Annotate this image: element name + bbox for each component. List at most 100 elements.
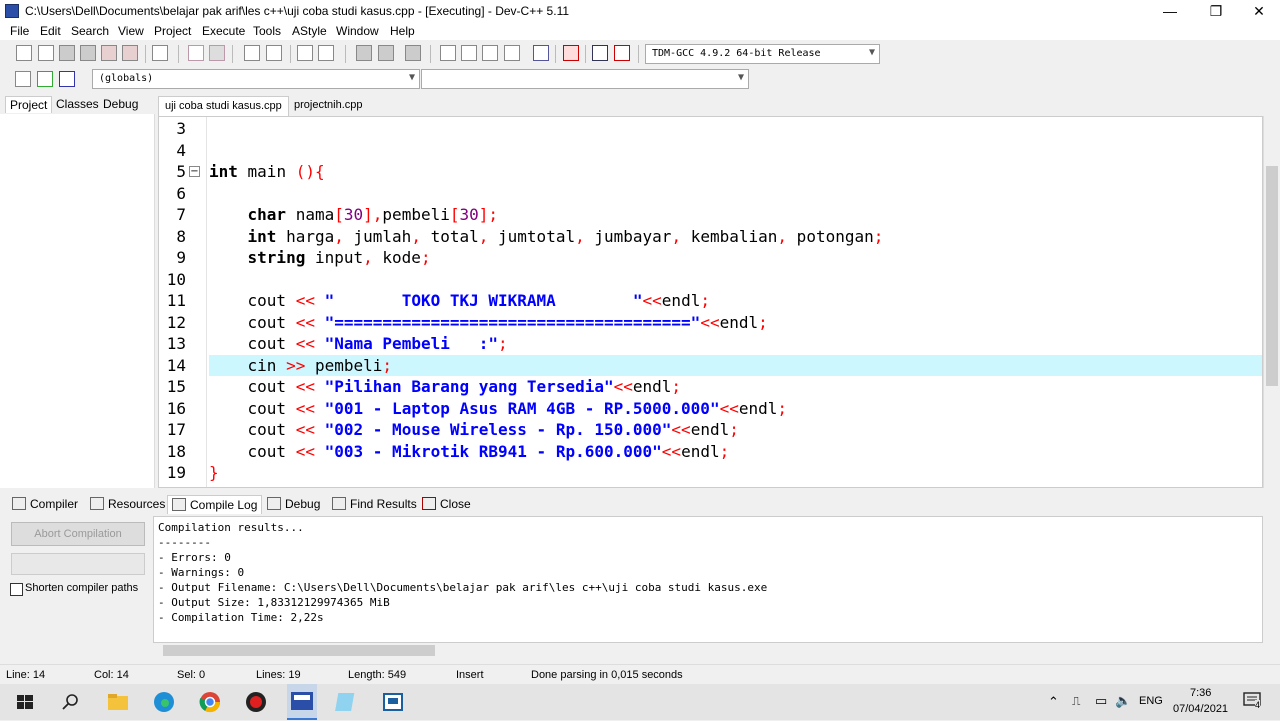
tab-compiler[interactable]: Compiler xyxy=(8,495,82,513)
code-line[interactable]: 19} xyxy=(159,462,1262,484)
menu-help[interactable]: Help xyxy=(390,24,415,38)
log-horizontal-scrollbar[interactable] xyxy=(153,643,1263,658)
file-explorer-icon[interactable] xyxy=(105,689,131,715)
save-icon[interactable] xyxy=(59,45,75,61)
app-window-icon[interactable] xyxy=(380,689,406,715)
tab-resources[interactable]: Resources xyxy=(86,495,169,513)
clock-date[interactable]: 07/04/2021 xyxy=(1173,703,1228,715)
tab-find-results-label: Find Results xyxy=(350,497,417,511)
save-all-icon[interactable] xyxy=(80,45,96,61)
replace-icon[interactable] xyxy=(266,45,282,61)
goto-declaration-icon[interactable] xyxy=(37,71,53,87)
tab-debug-bottom[interactable]: Debug xyxy=(263,495,324,513)
code-line[interactable]: 15 cout << "Pilihan Barang yang Tersedia… xyxy=(159,376,1262,398)
tray-chevron-up-icon[interactable]: ⌃ xyxy=(1048,694,1059,710)
tab-close[interactable]: Close xyxy=(418,495,475,513)
volume-icon[interactable]: 🔈 xyxy=(1115,693,1131,709)
fold-toggle-icon[interactable]: − xyxy=(189,166,200,177)
goto-definition-icon[interactable] xyxy=(59,71,75,87)
project-options-icon[interactable] xyxy=(461,45,477,61)
main-toolbar: TDM-GCC 4.9.2 64-bit Release ▼ xyxy=(0,41,1280,67)
abort-compilation-button[interactable]: Abort Compilation xyxy=(11,522,145,546)
compiler-select[interactable]: TDM-GCC 4.9.2 64-bit Release ▼ xyxy=(645,44,880,64)
devcpp-taskbar-icon[interactable] xyxy=(287,684,317,720)
log-vertical-scrollbar[interactable] xyxy=(1263,516,1280,643)
scrollbar-thumb[interactable] xyxy=(163,645,435,656)
insert-icon[interactable] xyxy=(15,71,31,87)
code-line[interactable]: 6 xyxy=(159,183,1262,205)
screen-recorder-icon[interactable] xyxy=(243,689,269,715)
tab-classes[interactable]: Classes xyxy=(52,96,103,112)
delete-profile-icon[interactable] xyxy=(614,45,630,61)
code-line[interactable]: 5− int main (){ xyxy=(159,161,1262,183)
comment-icon[interactable] xyxy=(405,45,421,61)
network-icon[interactable]: ⎍ xyxy=(1072,694,1080,709)
menu-execute[interactable]: Execute xyxy=(202,24,245,38)
close-button[interactable]: ✕ xyxy=(1237,0,1280,22)
clock-time[interactable]: 7:36 xyxy=(1190,687,1211,699)
restore-button[interactable]: ❐ xyxy=(1194,0,1238,22)
indent-icon[interactable] xyxy=(378,45,394,61)
code-line[interactable]: 14 cin >> pembeli; xyxy=(159,354,1262,376)
code-line[interactable]: 10 xyxy=(159,269,1262,291)
scope-select[interactable]: (globals) ▼ xyxy=(92,69,420,89)
code-line[interactable]: 11 cout << " TOKO TKJ WIKRAMA "<<endl; xyxy=(159,290,1262,312)
tile-icon[interactable] xyxy=(504,45,520,61)
open-file-icon[interactable] xyxy=(38,45,54,61)
compile-log[interactable]: Compilation results... -------- - Errors… xyxy=(153,516,1263,643)
code-line[interactable]: 16 cout << "001 - Laptop Asus RAM 4GB - … xyxy=(159,398,1262,420)
code-line[interactable]: 4 xyxy=(159,140,1262,162)
check-syntax-icon[interactable] xyxy=(533,45,549,61)
goto-line-icon[interactable] xyxy=(297,45,313,61)
menu-file[interactable]: File xyxy=(10,24,29,38)
chrome-browser-icon[interactable] xyxy=(197,689,223,715)
editor-vertical-scrollbar[interactable] xyxy=(1263,116,1280,488)
close-all-icon[interactable] xyxy=(122,45,138,61)
search-icon[interactable] xyxy=(58,689,84,715)
close-file-icon[interactable] xyxy=(101,45,117,61)
menu-project[interactable]: Project xyxy=(154,24,191,38)
menu-edit[interactable]: Edit xyxy=(40,24,61,38)
code-line[interactable]: 7 char nama[30],pembeli[30]; xyxy=(159,204,1262,226)
code-line[interactable]: 18 cout << "003 - Mikrotik RB941 - Rp.60… xyxy=(159,441,1262,463)
notification-icon[interactable]: 4 xyxy=(1243,692,1263,710)
scrollbar-thumb[interactable] xyxy=(1266,166,1278,386)
toggle-bookmark-icon[interactable] xyxy=(318,45,334,61)
menu-view[interactable]: View xyxy=(118,24,144,38)
menu-astyle[interactable]: AStyle xyxy=(292,24,327,38)
tab-debug[interactable]: Debug xyxy=(99,96,142,112)
print-icon[interactable] xyxy=(152,45,168,61)
battery-icon[interactable]: ▭ xyxy=(1095,693,1107,709)
minimize-button[interactable]: — xyxy=(1148,0,1192,22)
class-browser-icon[interactable] xyxy=(482,45,498,61)
unindent-icon[interactable] xyxy=(356,45,372,61)
tab-project[interactable]: Project xyxy=(5,96,53,113)
tab-uji-coba-studi-kasus[interactable]: uji coba studi kasus.cpp xyxy=(158,96,289,116)
edge-browser-icon[interactable] xyxy=(151,689,177,715)
language-indicator[interactable]: ENG xyxy=(1139,695,1163,707)
undo-icon[interactable] xyxy=(188,45,204,61)
tab-compile-log[interactable]: Compile Log xyxy=(167,495,263,514)
tab-projectnih[interactable]: projectnih.cpp xyxy=(288,96,369,116)
menu-tools[interactable]: Tools xyxy=(253,24,281,38)
redo-icon[interactable] xyxy=(209,45,225,61)
code-line[interactable]: 17 cout << "002 - Mouse Wireless - Rp. 1… xyxy=(159,419,1262,441)
notepad-icon[interactable] xyxy=(334,689,360,715)
windows-start-icon[interactable] xyxy=(12,689,38,715)
code-line[interactable]: 13 cout << "Nama Pembeli :"; xyxy=(159,333,1262,355)
tab-find-results[interactable]: Find Results xyxy=(328,495,421,513)
code-line[interactable]: 12 cout << "============================… xyxy=(159,312,1262,334)
menu-search[interactable]: Search xyxy=(71,24,109,38)
stop-execution-icon[interactable] xyxy=(563,45,579,61)
menu-window[interactable]: Window xyxy=(336,24,379,38)
code-line[interactable]: 8 int harga, jumlah, total, jumtotal, ju… xyxy=(159,226,1262,248)
symbol-select[interactable]: ▼ xyxy=(421,69,749,89)
new-project-icon[interactable] xyxy=(440,45,456,61)
code-editor[interactable]: 3 4 5− int main (){6 7 char nama[30],pemb… xyxy=(158,116,1263,488)
code-line[interactable]: 3 xyxy=(159,118,1262,140)
profile-icon[interactable] xyxy=(592,45,608,61)
new-file-icon[interactable] xyxy=(16,45,32,61)
find-icon[interactable] xyxy=(244,45,260,61)
code-line[interactable]: 9 string input, kode; xyxy=(159,247,1262,269)
shorten-paths-checkbox[interactable] xyxy=(10,583,23,596)
